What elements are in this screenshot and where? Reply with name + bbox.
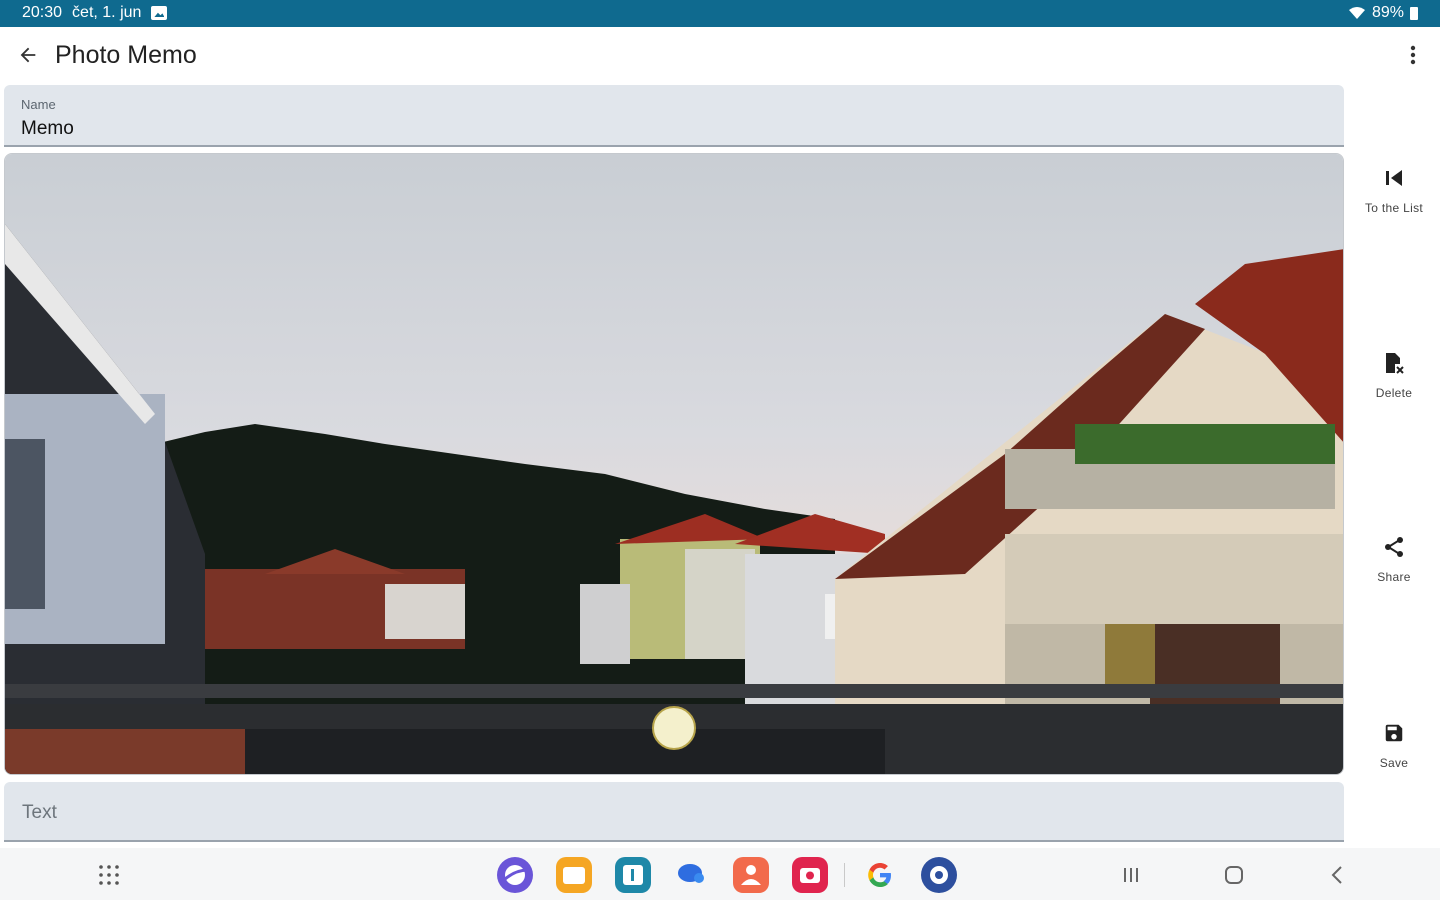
status-bar: 20:30 čet, 1. jun 89% bbox=[0, 0, 1440, 27]
nav-back-button[interactable] bbox=[1322, 860, 1352, 890]
gallery-notification-icon bbox=[151, 6, 168, 20]
home-button[interactable] bbox=[1219, 860, 1249, 890]
recent-apps-button[interactable] bbox=[1116, 860, 1146, 890]
share-button[interactable]: Share bbox=[1352, 532, 1436, 602]
page-title: Photo Memo bbox=[55, 41, 197, 69]
overflow-menu-button[interactable] bbox=[1398, 37, 1428, 73]
save-label: Save bbox=[1379, 756, 1409, 770]
recents-icon bbox=[1124, 868, 1138, 882]
battery-icon bbox=[1410, 6, 1418, 20]
camera-app[interactable] bbox=[789, 854, 831, 896]
delete-icon bbox=[1386, 353, 1404, 374]
name-field-value[interactable]: Memo bbox=[21, 118, 74, 140]
apps-grid-button[interactable] bbox=[96, 862, 122, 888]
share-label: Share bbox=[1377, 570, 1411, 584]
name-field[interactable]: Name Memo bbox=[4, 85, 1344, 147]
messages-app[interactable] bbox=[671, 854, 713, 896]
dock-separator bbox=[844, 863, 845, 887]
to-the-list-label: To the List bbox=[1365, 201, 1423, 215]
name-field-label: Name bbox=[21, 97, 56, 112]
my-files-app[interactable] bbox=[553, 854, 595, 896]
status-date: čet, 1. jun bbox=[72, 4, 142, 21]
google-app[interactable] bbox=[859, 854, 901, 896]
chevron-left-icon bbox=[1331, 866, 1342, 884]
battery-percent: 89% bbox=[1371, 4, 1404, 21]
home-icon bbox=[1225, 866, 1243, 884]
my-files-icon bbox=[556, 857, 592, 893]
save-icon bbox=[1385, 724, 1403, 742]
memo-text-input[interactable] bbox=[20, 798, 1324, 828]
internet-app[interactable] bbox=[494, 854, 536, 896]
internet-icon bbox=[497, 857, 533, 893]
delete-button[interactable]: Delete bbox=[1352, 348, 1436, 418]
messages-icon bbox=[678, 864, 704, 883]
save-button[interactable]: Save bbox=[1352, 718, 1436, 788]
back-button[interactable] bbox=[10, 37, 46, 73]
app-bar: Photo Memo bbox=[0, 27, 1440, 85]
system-navigation-bar bbox=[0, 848, 1440, 900]
google-icon bbox=[868, 863, 891, 887]
app-dock bbox=[494, 854, 977, 896]
contacts-app[interactable] bbox=[730, 854, 772, 896]
status-time: 20:30 bbox=[22, 4, 63, 21]
camera-icon bbox=[792, 857, 828, 893]
apps-grid-icon bbox=[99, 865, 119, 885]
arrow-back-icon bbox=[20, 47, 36, 63]
more-vert-icon bbox=[1410, 45, 1416, 65]
wifi-icon bbox=[1348, 7, 1365, 19]
contacts-icon bbox=[733, 857, 769, 893]
calendar-icon bbox=[615, 857, 651, 893]
settings-icon bbox=[921, 857, 957, 893]
share-icon bbox=[1385, 537, 1403, 557]
memo-photo bbox=[4, 153, 1344, 775]
text-field[interactable] bbox=[4, 782, 1344, 842]
settings-app[interactable] bbox=[918, 854, 960, 896]
arrow-to-list-icon bbox=[1386, 170, 1402, 186]
calendar-app[interactable] bbox=[612, 854, 654, 896]
delete-label: Delete bbox=[1375, 386, 1413, 400]
to-the-list-button[interactable]: To the List bbox=[1352, 163, 1436, 233]
